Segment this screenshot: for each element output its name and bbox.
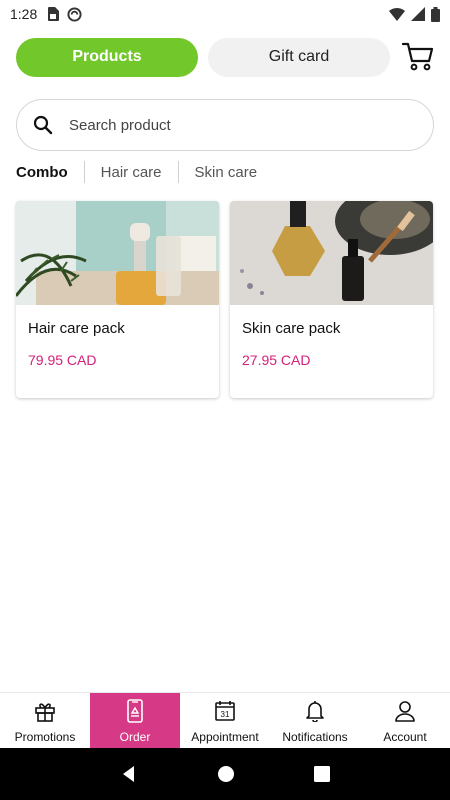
nav-label: Account (383, 730, 427, 744)
bell-icon (306, 701, 324, 722)
recents-icon[interactable] (314, 766, 331, 782)
user-icon (395, 701, 415, 722)
data-saver-icon (67, 6, 82, 22)
skin-care-product-image (230, 201, 433, 305)
category-tabs: Combo Hair care Skin care (16, 160, 257, 184)
nav-promotions[interactable]: Promotions (0, 693, 90, 748)
cart-button[interactable] (400, 39, 436, 75)
wifi-icon (389, 8, 405, 21)
nav-label: Notifications (282, 730, 348, 744)
nav-notifications[interactable]: Notifications (270, 693, 360, 748)
gift-icon (35, 703, 55, 722)
signal-icon (411, 7, 425, 21)
nav-order[interactable]: Order (90, 693, 180, 748)
tab-divider (177, 161, 179, 183)
home-icon[interactable] (217, 765, 235, 783)
search-input[interactable] (69, 116, 389, 134)
tab-combo[interactable]: Combo (16, 164, 68, 181)
back-icon[interactable] (120, 765, 138, 783)
system-navigation-bar (0, 748, 450, 800)
product-price: 79.95 CAD (28, 352, 97, 368)
calendar-icon: 31 (215, 701, 235, 721)
nav-account[interactable]: Account (360, 693, 450, 748)
product-grid: Hair care pack 79.95 CAD Skin care pack … (16, 201, 434, 398)
cart-icon (402, 42, 434, 71)
sim-card-icon (48, 7, 60, 21)
battery-icon (431, 6, 440, 22)
hair-care-product-image (16, 201, 219, 305)
product-price: 27.95 CAD (242, 352, 311, 368)
search-icon (33, 115, 53, 135)
nav-label: Appointment (191, 730, 259, 744)
nav-appointment[interactable]: 31 Appointment (180, 693, 270, 748)
product-card-skin-care[interactable]: Skin care pack 27.95 CAD (230, 201, 433, 398)
gift-card-button[interactable]: Gift card (208, 37, 390, 77)
tab-hair-care[interactable]: Hair care (101, 164, 162, 181)
product-name: Hair care pack (28, 320, 125, 337)
nav-label: Order (119, 730, 151, 744)
bottom-navigation: Promotions Order 31 Appointment Notifica… (0, 692, 450, 748)
product-card-hair-care[interactable]: Hair care pack 79.95 CAD (16, 201, 219, 398)
top-toggle-row: Products Gift card (16, 37, 436, 77)
tab-skin-care[interactable]: Skin care (195, 164, 258, 181)
calendar-day-text: 31 (221, 710, 230, 719)
tab-divider (83, 161, 85, 183)
search-bar[interactable] (16, 99, 434, 151)
nav-label: Promotions (14, 730, 76, 744)
status-bar: 1:28 (0, 0, 450, 28)
phone-order-icon (127, 699, 143, 723)
status-time: 1:28 (10, 6, 38, 22)
products-button[interactable]: Products (16, 37, 198, 77)
product-name: Skin care pack (242, 320, 341, 337)
